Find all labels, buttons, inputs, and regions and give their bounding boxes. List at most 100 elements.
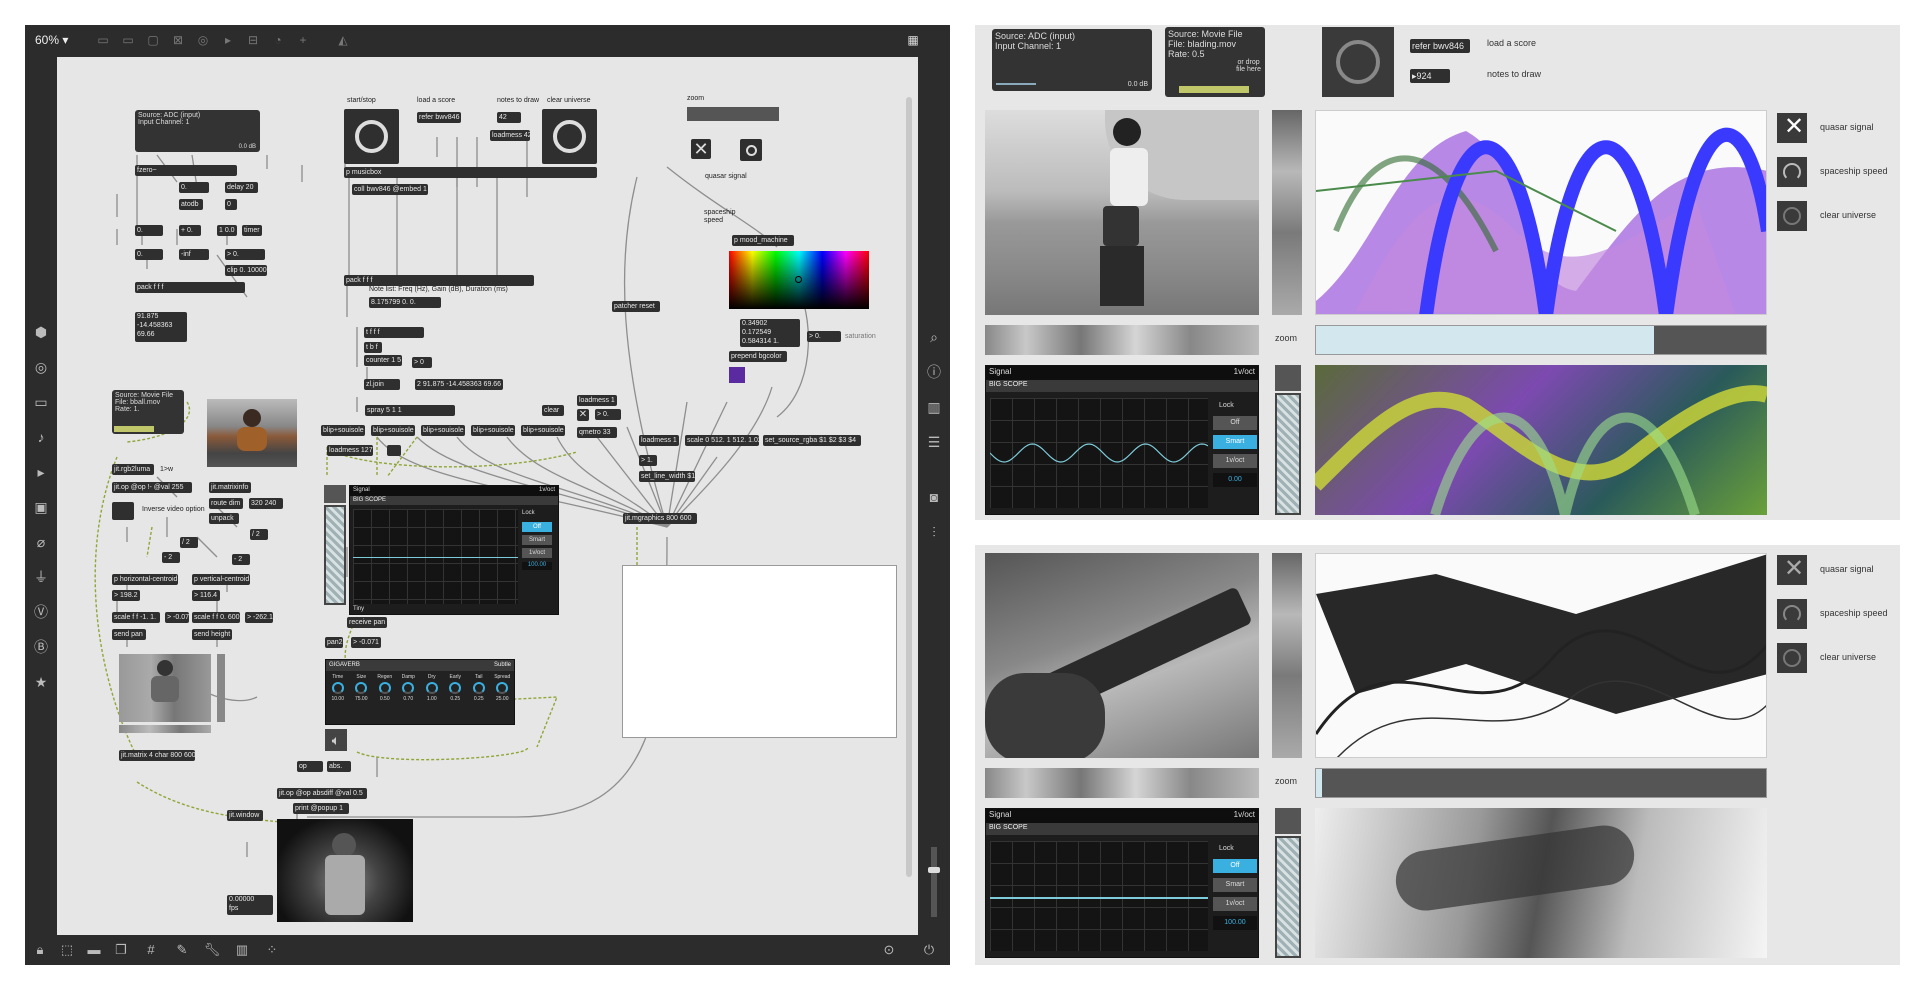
clear-message[interactable]: clear [542,405,564,416]
patch-icon[interactable]: ◭ [335,33,351,47]
send-pan-object[interactable]: send pan [112,629,146,640]
panels-icon[interactable]: ▥ [924,397,944,417]
quasar-toggle[interactable]: ✕ [1777,113,1807,143]
search-icon[interactable]: ⌕ [924,327,944,347]
unpack-object[interactable]: unpack [209,513,239,524]
scope-vo-button[interactable]: 1v/oct [522,548,552,558]
scope-value[interactable]: 0.00 [1213,473,1257,487]
number-box[interactable]: > -0.071 [351,637,381,648]
musicbox-object[interactable]: p musicbox [344,167,597,178]
scale-object[interactable]: scale f f -1. 1. [112,612,160,623]
reverb-knob[interactable]: Damp 0.70 [398,674,418,702]
abs-object[interactable]: abs. [327,761,351,772]
b-icon[interactable]: Ⓑ [31,637,51,657]
movie-source-menu[interactable]: Source: Movie File File: bball.mov Rate:… [112,390,184,434]
numbers-message[interactable]: 8.175799 0. 0. [369,297,441,308]
lock-icon[interactable]: 🔒︎ [31,942,49,958]
trigger-object[interactable]: t f f f [364,327,424,338]
number-box[interactable]: > 116.4 [192,590,220,601]
loadmess-object[interactable]: loadmess 1 [577,395,617,406]
zoom-slider[interactable] [1315,768,1767,798]
knob-dial[interactable] [425,682,438,694]
scope-smart-button[interactable]: Smart [1213,878,1257,892]
reverb-knob[interactable]: Early 0.25 [445,674,465,702]
number-box[interactable]: > 0. [595,409,621,420]
number-box[interactable] [387,445,401,456]
video-vslider[interactable] [1272,553,1302,758]
knob-dial[interactable] [355,682,368,694]
plug-icon[interactable]: ⏚ [31,567,51,587]
set-source-message[interactable]: set_source_rgba $1 $2 $3 $4 [763,435,861,446]
join-values[interactable]: 2 91.875 -14.458363 69.66 [415,379,503,390]
pack-object[interactable]: pack f f f [135,282,245,293]
number-box[interactable]: 0. [135,225,163,236]
print-object[interactable]: print @popup 1 [293,803,349,814]
zoom-slider[interactable] [1315,325,1767,355]
power-icon[interactable]: ⏻ [920,942,938,958]
reverb-preset[interactable]: Subtle [494,662,511,669]
quasar-toggle[interactable]: ✕ [691,139,711,159]
presentation-icon[interactable]: ▬ [85,942,103,958]
window-object[interactable]: jit.window [227,810,263,821]
play-icon[interactable]: ▸ [220,33,236,47]
scope-level[interactable] [1275,836,1301,958]
reverb-knob[interactable]: Size 75.00 [351,674,371,702]
number-box[interactable]: > 1. [639,455,657,466]
blip-object[interactable]: blip+souisole [321,425,365,436]
scope-level[interactable] [1275,393,1301,515]
scope-smart-button[interactable]: Smart [522,535,552,545]
minus-object[interactable]: - 2 [232,554,250,565]
number-box[interactable]: -inf [179,249,209,260]
movie-file[interactable]: File: blading.mov [1168,39,1262,49]
knob-dial[interactable] [378,682,391,694]
v-icon[interactable]: Ⓥ [31,602,51,622]
divide-object[interactable]: / 2 [180,537,198,548]
minus-object[interactable]: - 2 [162,552,180,563]
zoom-select[interactable]: 60% ▾ [35,33,68,47]
video-vslider[interactable] [1272,110,1302,315]
dots-icon[interactable]: ⁘ [263,942,281,958]
coll-object[interactable]: coll bwv846 @embed 1 [352,184,428,195]
window-icon[interactable]: ▭ [31,392,51,412]
blip-object[interactable]: blip+souisole [521,425,565,436]
packages-icon[interactable]: ⬢ [31,322,51,342]
scope-vo-button[interactable]: 1v/oct [1213,454,1257,468]
video-hslider[interactable] [985,768,1259,798]
join-object[interactable]: zl.join [364,379,400,390]
mixer-icon[interactable]: ⫶ [924,522,944,542]
matrix-object[interactable]: jit.matrix 4 char 800 600 [119,750,195,761]
wrench-icon[interactable]: 🔧︎ [203,942,221,958]
refer-message[interactable]: refer bwv846 [417,112,461,123]
number-box[interactable]: > 0 [412,357,432,368]
camera-icon[interactable]: ◙ [924,487,944,507]
qmetro-object[interactable]: qmetro 33 [577,427,617,438]
delay-object[interactable]: delay 20 [225,182,258,193]
number-box[interactable]: > -262.1 [245,612,273,623]
blip-object[interactable]: blip+souisole [371,425,415,436]
set-line-message[interactable]: set_line_width $1 [639,471,695,482]
color-picker[interactable] [729,251,869,309]
number-box[interactable]: 1 0.0 [217,225,237,236]
vertical-scrollbar[interactable] [906,97,912,877]
button-icon[interactable]: ◎ [195,33,211,47]
startstop-button[interactable] [344,109,399,164]
movie-rate[interactable]: Rate: 1. [115,406,181,413]
quasar-toggle[interactable]: ✕ [1777,555,1807,585]
plus-object[interactable]: + 0. [179,225,201,236]
divide-object[interactable]: / 2 [250,529,268,540]
scope-off-button[interactable]: Off [522,522,552,532]
mgraphics-object[interactable]: jit.mgraphics 800 600 [623,513,697,524]
jitop-object[interactable]: jit.op @op !- @val 255 [112,482,192,493]
scope-value[interactable]: 100.00 [1213,916,1257,930]
luma-slider[interactable] [217,654,225,722]
list-icon[interactable]: ☰ [924,432,944,452]
clip-icon[interactable]: ⌀ [31,532,51,552]
reverb-knob[interactable]: Regen 0.50 [375,674,395,702]
mood-machine-object[interactable]: p mood_machine [732,235,794,246]
image-icon[interactable]: ▣ [31,497,51,517]
toggle-icon[interactable]: ✕ [577,409,589,421]
movie-progress[interactable] [1179,86,1249,93]
scope-off-button[interactable]: Off [1213,859,1257,873]
knob-dial[interactable] [449,682,462,694]
number-box[interactable]: 42 [497,112,521,123]
